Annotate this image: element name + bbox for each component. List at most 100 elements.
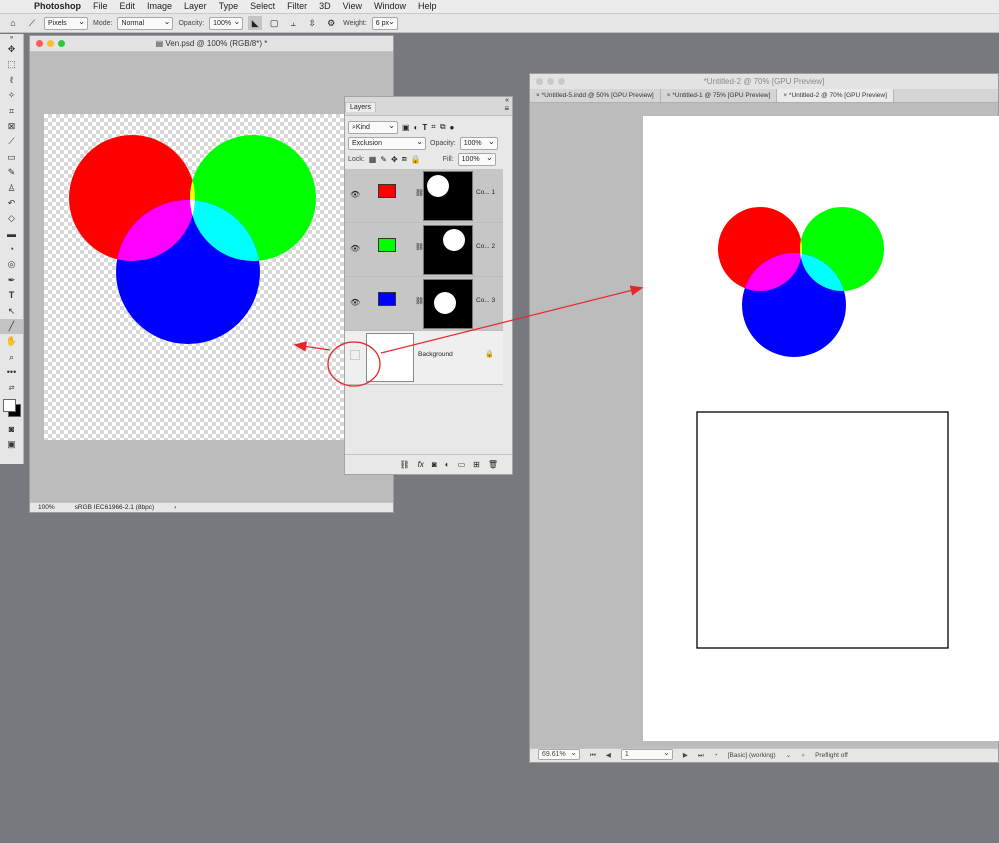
trash-icon[interactable]: 🗑 — [488, 460, 498, 469]
layer-mask-thumbnail[interactable] — [423, 279, 473, 329]
link-layers-icon[interactable]: ⛓ — [400, 460, 410, 469]
mode-select[interactable]: Normal — [117, 16, 174, 30]
pixels-select[interactable]: Pixels — [44, 16, 88, 30]
move-tool-icon[interactable]: ✥ — [0, 42, 23, 57]
filter-kind-select[interactable]: ⌕Kind — [348, 120, 398, 134]
layer-row[interactable]: 👁 ⛓ Co... 3 — [345, 277, 503, 331]
color-swatches[interactable] — [0, 396, 23, 422]
opacity-select[interactable]: 100% — [209, 16, 244, 30]
menu-select[interactable]: Select — [244, 0, 281, 13]
color-profile[interactable]: sRGB IEC61966-2.1 (8bpc) — [75, 503, 154, 512]
placed-image[interactable] — [643, 116, 999, 741]
weight-input[interactable]: 6 px — [371, 16, 398, 30]
panel-menu-icon[interactable]: ≡ — [504, 104, 509, 113]
first-page-icon[interactable]: ⏮ — [590, 749, 596, 762]
zoom-tool-icon[interactable]: ⌕ — [0, 350, 23, 365]
new-group-icon[interactable]: ▭ — [458, 460, 466, 469]
app-menu[interactable]: Photoshop — [28, 0, 87, 13]
layer-name[interactable]: Co... 1 — [476, 189, 495, 196]
layer-row[interactable]: Background 🔒 — [345, 331, 503, 385]
gradient-tool-icon[interactable]: ▬ — [0, 227, 23, 242]
chevron-down-icon[interactable]: ⌄ — [786, 749, 791, 762]
tab-layers[interactable]: Layers — [345, 102, 377, 112]
path-ops-icon[interactable]: ▢ — [267, 16, 281, 30]
document-canvas[interactable] — [44, 114, 348, 440]
menu-image[interactable]: Image — [141, 0, 178, 13]
menu-filter[interactable]: Filter — [281, 0, 313, 13]
arrange-icon[interactable]: ⇳ — [305, 16, 319, 30]
adjustment-filter-icon[interactable]: ◐ — [414, 123, 419, 132]
lock-all-icon[interactable]: 🔒 — [411, 155, 421, 164]
tab-untitled-5[interactable]: × *Untitled-5.indd @ 50% [GPU Preview] — [530, 89, 661, 102]
layer-mask-thumbnail[interactable] — [423, 171, 473, 221]
layer-opacity-select[interactable]: 100% — [459, 136, 498, 150]
close-button[interactable] — [536, 78, 543, 85]
swap-colors-icon[interactable]: ⇄ — [0, 381, 23, 396]
preflight-status[interactable]: Preflight off — [815, 749, 848, 762]
type-tool-icon[interactable]: T — [0, 288, 23, 303]
add-mask-icon[interactable]: ◙ — [432, 460, 437, 469]
collapse-icon[interactable]: « — [505, 97, 509, 104]
home-icon[interactable]: ⌂ — [6, 16, 20, 30]
panel-grip-icon[interactable]: » — [0, 34, 23, 42]
visibility-checkbox[interactable] — [350, 350, 360, 360]
tab-untitled-2[interactable]: × *Untitled-2 @ 70% [GPU Preview] — [777, 89, 894, 102]
menu-window[interactable]: Window — [368, 0, 412, 13]
page-select[interactable]: 1 — [620, 748, 673, 760]
menu-layer[interactable]: Layer — [178, 0, 213, 13]
filter-toggle-icon[interactable]: ● — [450, 123, 455, 132]
eye-icon[interactable]: 👁 — [350, 244, 360, 253]
prev-page-icon[interactable]: ◀ — [606, 749, 611, 762]
line-tool-preset-icon[interactable]: ⟋ — [25, 16, 39, 30]
zoom-level[interactable]: 100% — [38, 503, 55, 512]
chevron-right-icon[interactable]: › — [174, 503, 176, 512]
menu-edit[interactable]: Edit — [114, 0, 142, 13]
minimize-button[interactable] — [547, 78, 554, 85]
layer-row[interactable]: 👁 ⛓ Co... 1 — [345, 169, 503, 223]
style-select[interactable]: [Basic] (working) — [728, 749, 776, 762]
close-button[interactable] — [36, 40, 43, 47]
menu-file[interactable]: File — [87, 0, 114, 13]
menu-view[interactable]: View — [337, 0, 368, 13]
fx-icon[interactable]: fx — [418, 460, 424, 469]
layer-mask-thumbnail[interactable] — [423, 225, 473, 275]
menu-help[interactable]: Help — [412, 0, 443, 13]
menu-3d[interactable]: 3D — [313, 0, 337, 13]
blur-tool-icon[interactable]: ◔ — [0, 242, 23, 257]
marquee-tool-icon[interactable]: ⬚ — [0, 57, 23, 72]
tab-untitled-1[interactable]: × *Untitled-1 @ 75% [GPU Preview] — [661, 89, 778, 102]
blend-mode-select[interactable]: Exclusion — [348, 136, 426, 150]
more-tools-icon[interactable]: ••• — [0, 365, 23, 380]
layer-name[interactable]: Background — [418, 351, 453, 358]
lock-position-icon[interactable]: ✥ — [391, 155, 398, 164]
zoom-select[interactable]: 69.61% — [538, 748, 580, 760]
dodge-tool-icon[interactable]: ◎ — [0, 257, 23, 272]
history-brush-icon[interactable]: ↶ — [0, 196, 23, 211]
eye-icon[interactable]: 👁 — [350, 190, 360, 199]
pen-tool-icon[interactable]: ✒ — [0, 273, 23, 288]
magic-wand-icon[interactable]: ✧ — [0, 88, 23, 103]
indesign-page[interactable] — [643, 116, 999, 741]
menu-type[interactable]: Type — [213, 0, 245, 13]
zoom-button[interactable] — [558, 78, 565, 85]
screen-mode-icon[interactable]: ▣ — [0, 437, 23, 452]
type-filter-icon[interactable]: T — [422, 123, 427, 132]
pixel-filter-icon[interactable]: ▣ — [402, 123, 410, 132]
layer-row[interactable]: 👁 ⛓ Co... 2 — [345, 223, 503, 277]
align-icon[interactable]: ⫠ — [286, 16, 300, 30]
lock-artboard-icon[interactable]: ⧈ — [402, 154, 407, 164]
smart-object-filter-icon[interactable]: ⧉ — [440, 122, 446, 132]
quick-mask-icon[interactable]: ◙ — [0, 422, 23, 437]
eye-icon[interactable]: 👁 — [350, 298, 360, 307]
layer-name[interactable]: Co... 3 — [476, 297, 495, 304]
eyedropper-icon[interactable]: ⟋ — [0, 134, 23, 149]
lasso-tool-icon[interactable]: ℓ — [0, 73, 23, 88]
next-page-icon[interactable]: ▶ — [683, 749, 688, 762]
healing-brush-icon[interactable]: ▭ — [0, 150, 23, 165]
shape-filter-icon[interactable]: ⌗ — [431, 122, 436, 132]
frame-tool-icon[interactable]: ⊠ — [0, 119, 23, 134]
stamp-tool-icon[interactable]: ♙ — [0, 181, 23, 196]
path-selection-icon[interactable]: ↖ — [0, 304, 23, 319]
line-tool-icon[interactable]: ╱ — [0, 319, 23, 335]
minimize-button[interactable] — [47, 40, 54, 47]
